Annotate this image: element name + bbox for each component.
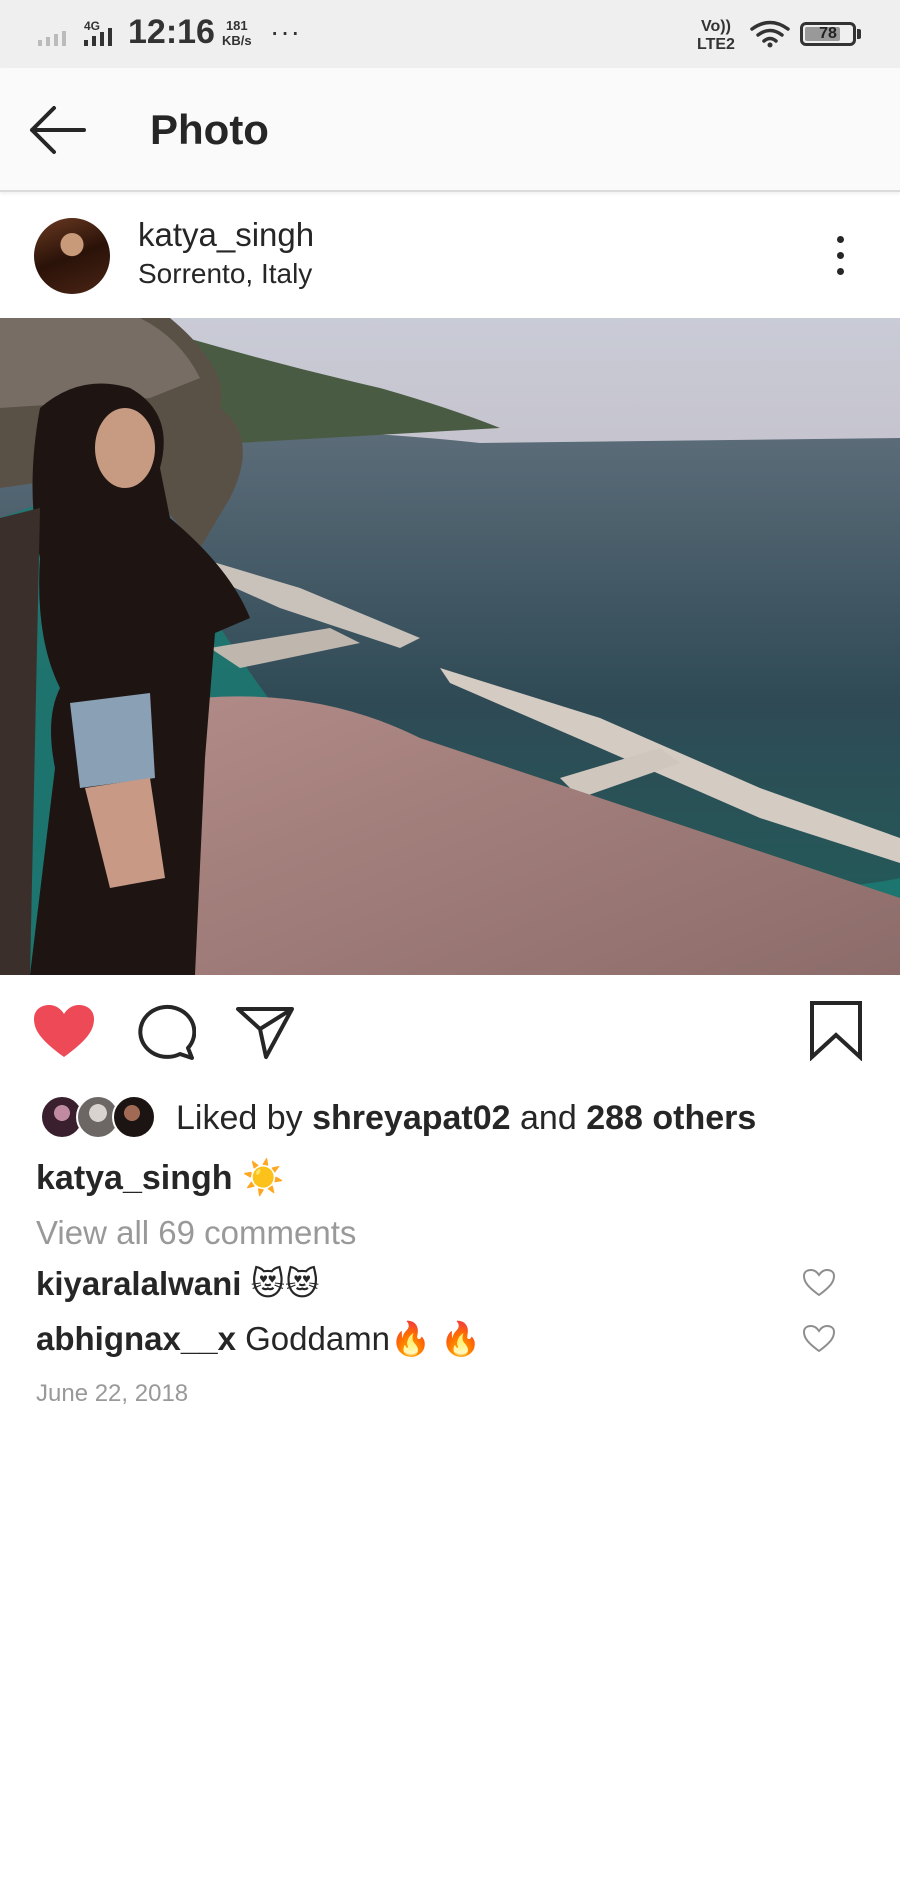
comment-like-icon[interactable] — [802, 1268, 836, 1298]
likes-prefix: Liked by — [176, 1099, 303, 1137]
top-bar: Photo — [0, 68, 900, 192]
wifi-icon — [750, 20, 790, 48]
likes-text[interactable]: Liked by shreyapat02 and 288 others — [176, 1099, 756, 1138]
volte-top: Vo)) — [701, 18, 731, 35]
comment-username[interactable]: abhignax__x — [36, 1320, 236, 1357]
more-options-button[interactable] — [822, 232, 858, 280]
caption-username[interactable]: katya_singh — [36, 1159, 233, 1197]
view-all-comments-link[interactable]: View all 69 comments — [36, 1214, 356, 1252]
battery-level: 78 — [819, 25, 837, 42]
battery-icon: 78 — [800, 22, 856, 46]
volte-bottom: LTE2 — [697, 36, 735, 53]
caption: katya_singh ☀️ — [36, 1158, 284, 1198]
post-header: katya_singh Sorrento, Italy — [0, 192, 900, 318]
comment-icon[interactable] — [136, 1003, 196, 1061]
post-username[interactable]: katya_singh — [138, 216, 314, 254]
likes-conj: and — [520, 1099, 577, 1137]
post-date: June 22, 2018 — [36, 1380, 189, 1407]
more-notifications-icon: ··· — [270, 16, 301, 47]
dot-icon — [837, 268, 844, 275]
caption-emoji: ☀️ — [241, 1159, 285, 1197]
post-photo[interactable] — [0, 318, 900, 975]
status-bar: 4G 12:16 181 KB/s ··· Vo)) LTE2 78 — [0, 0, 900, 68]
comment-row: abhignax__x Goddamn🔥 🔥 — [36, 1320, 866, 1359]
comment-text: 😻😻 — [250, 1265, 320, 1302]
bookmark-icon[interactable] — [808, 999, 864, 1061]
back-button[interactable] — [24, 100, 90, 160]
dot-icon — [837, 236, 844, 243]
network-type: 4G — [84, 20, 100, 33]
avatar[interactable] — [34, 218, 110, 294]
liked-by-user[interactable]: shreyapat02 — [312, 1099, 510, 1137]
net-speed-unit: KB/s — [222, 33, 252, 48]
dot-icon — [837, 252, 844, 259]
comment-row: kiyaralalwani 😻😻 — [36, 1264, 866, 1303]
comment-like-icon[interactable] — [802, 1324, 836, 1354]
comment-text: Goddamn🔥 🔥 — [245, 1320, 482, 1357]
arrow-left-icon — [30, 106, 86, 154]
page-title: Photo — [150, 106, 269, 153]
battery-tip — [857, 29, 861, 39]
net-speed-value: 181 — [225, 18, 248, 33]
liker-avatar — [112, 1095, 156, 1139]
likes-row[interactable]: Liked by shreyapat02 and 288 others — [0, 1085, 900, 1155]
share-icon[interactable] — [234, 1003, 296, 1061]
post-actions — [0, 975, 900, 1085]
signal-icon: 4G — [38, 20, 112, 46]
post-photo-image — [0, 318, 900, 975]
post-location[interactable]: Sorrento, Italy — [138, 258, 312, 290]
heart-icon[interactable] — [32, 1003, 96, 1061]
volte-indicator: Vo)) LTE2 — [697, 18, 735, 54]
net-speed: 181 KB/s — [222, 18, 252, 48]
comment-username[interactable]: kiyaralalwani — [36, 1265, 241, 1302]
likes-others[interactable]: 288 others — [586, 1099, 756, 1137]
clock: 12:16 — [128, 13, 215, 51]
